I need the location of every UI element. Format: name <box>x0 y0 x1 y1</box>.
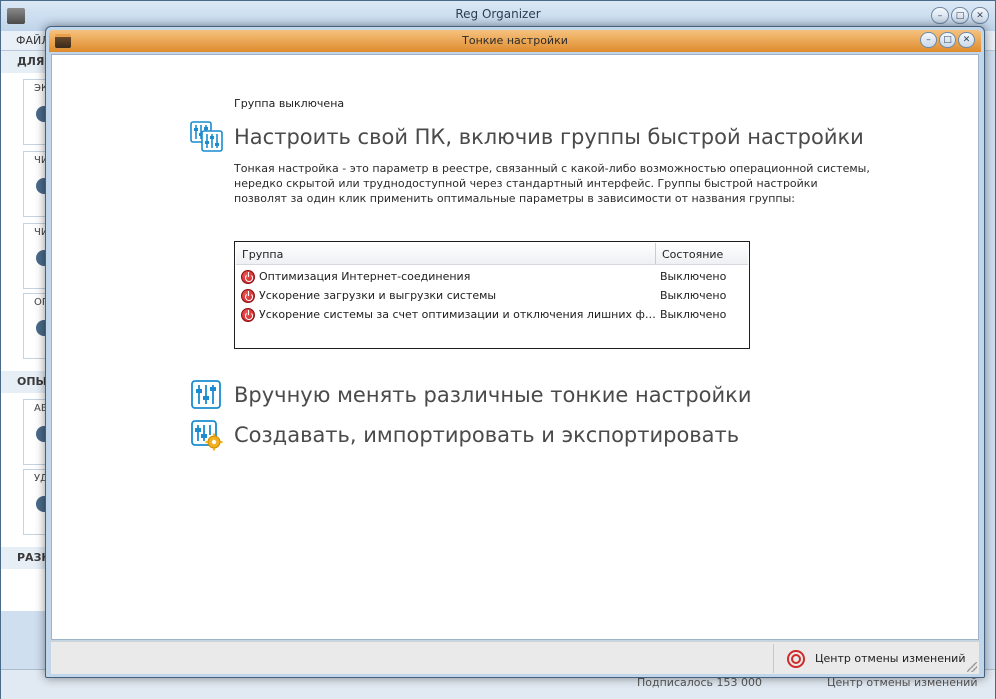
maximize-icon[interactable]: □ <box>939 32 956 48</box>
create-import-export-heading: Создавать, импортировать и экспортироват… <box>234 423 740 447</box>
table-header: Группа Состояние <box>236 243 748 265</box>
row-group-name: Ускорение загрузки и выгрузки системы <box>259 289 497 302</box>
quick-setup-description: Тонкая настройка - это параметр в реестр… <box>234 162 870 205</box>
column-header-group[interactable]: Группа <box>236 243 656 264</box>
maximize-icon[interactable]: □ <box>951 7 969 24</box>
undo-center-button[interactable]: Центр отмены изменений <box>781 646 973 671</box>
close-icon[interactable]: ✕ <box>958 32 975 48</box>
column-header-state[interactable]: Состояние <box>656 243 748 264</box>
quick-setup-sliders-icon <box>190 121 223 152</box>
undo-center-label: Центр отмены изменений <box>815 652 966 665</box>
row-group-cell: Ускорение загрузки и выгрузки системы <box>236 288 656 303</box>
disabled-state-icon <box>241 288 255 303</box>
group-status-text: Группа выключена <box>234 97 345 110</box>
resize-grip[interactable] <box>967 662 977 672</box>
manual-tweaks-heading: Вручную менять различные тонкие настройк… <box>234 383 752 407</box>
dialog-titlebar: Тонкие настройки – □ ✕ <box>49 30 981 52</box>
footer-divider <box>773 644 774 673</box>
row-group-name: Ускорение системы за счет оптимизации и … <box>259 308 656 321</box>
disabled-state-icon <box>241 269 255 284</box>
undo-center-icon <box>787 649 805 668</box>
tweaks-dialog: Тонкие настройки – □ ✕ Группа выключена <box>45 26 985 678</box>
dialog-window-controls: – □ ✕ <box>920 32 975 48</box>
dialog-content: Группа выключена Настроить свой ПК, вклю… <box>51 54 979 640</box>
background-window-title: Reg Organizer <box>455 7 541 21</box>
quick-setup-heading: Настроить свой ПК, включив группы быстро… <box>234 125 864 149</box>
manual-tweaks-section[interactable]: Вручную менять различные тонкие настройк… <box>190 379 752 411</box>
quick-groups-table: Группа Состояние Оптимизация Интернет-со… <box>234 241 750 349</box>
minimize-icon[interactable]: – <box>931 7 949 24</box>
row-state: Выключено <box>660 289 727 302</box>
row-state: Выключено <box>660 308 727 321</box>
minimize-icon[interactable]: – <box>920 32 937 48</box>
row-group-cell: Ускорение системы за счет оптимизации и … <box>236 307 656 322</box>
close-icon[interactable]: ✕ <box>971 7 989 24</box>
row-state: Выключено <box>660 270 727 283</box>
dialog-title: Тонкие настройки <box>462 34 568 47</box>
quick-setup-section[interactable]: Настроить свой ПК, включив группы быстро… <box>190 121 864 153</box>
table-row[interactable]: Оптимизация Интернет-соединения Выключен… <box>236 267 748 286</box>
row-group-cell: Оптимизация Интернет-соединения <box>236 269 656 284</box>
disabled-state-icon <box>241 307 255 322</box>
row-group-name: Оптимизация Интернет-соединения <box>259 270 471 283</box>
create-import-export-section[interactable]: Создавать, импортировать и экспортироват… <box>190 419 739 451</box>
manual-sliders-icon <box>191 380 221 409</box>
table-row[interactable]: Ускорение загрузки и выгрузки системы Вы… <box>236 286 748 305</box>
table-row[interactable]: Ускорение системы за счет оптимизации и … <box>236 305 748 324</box>
dialog-footer: Центр отмены изменений <box>51 641 979 674</box>
sliders-gear-icon <box>191 420 223 451</box>
background-window-controls: – □ ✕ <box>931 7 989 24</box>
